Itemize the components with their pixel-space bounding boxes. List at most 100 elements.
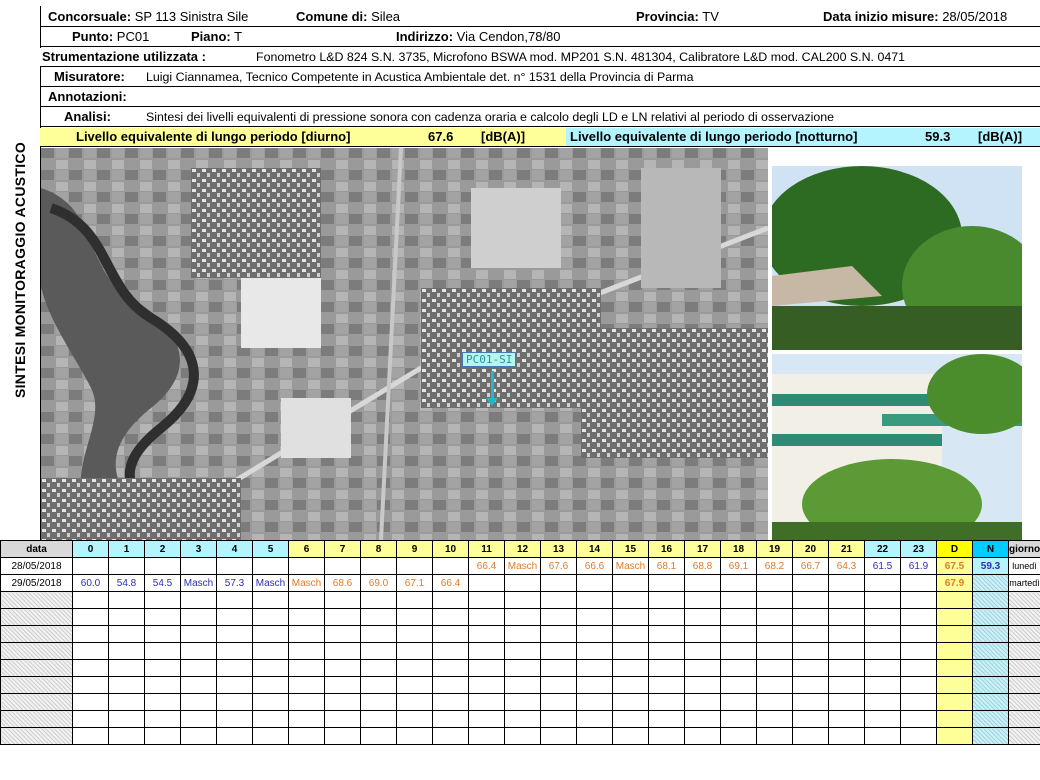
empty-hour-cell	[108, 608, 145, 626]
hour-cell: 66.6	[576, 557, 613, 575]
empty-hour-cell	[720, 659, 757, 677]
empty-hour-cell	[288, 676, 325, 694]
hour-cell	[864, 574, 901, 592]
piano-value: T	[234, 29, 243, 44]
empty-hour-cell	[396, 642, 433, 660]
hour-cell: Masch	[612, 557, 649, 575]
empty-hour-cell	[216, 676, 253, 694]
hour-cell: Masch	[504, 557, 541, 575]
empty-hour-cell	[216, 693, 253, 711]
empty-hour-cell	[324, 608, 361, 626]
empty-hour-cell	[828, 608, 865, 626]
empty-hour-cell	[864, 693, 901, 711]
empty-hour-cell	[900, 710, 937, 728]
empty-hour-cell	[144, 642, 181, 660]
empty-weekday-cell	[1008, 591, 1040, 609]
empty-night-level-cell	[972, 693, 1009, 711]
empty-hour-cell	[360, 710, 397, 728]
empty-hour-cell	[180, 710, 217, 728]
header-hour-15: 15	[612, 540, 649, 558]
empty-hour-cell	[576, 642, 613, 660]
empty-hour-cell	[864, 676, 901, 694]
hour-cell: 68.1	[648, 557, 685, 575]
empty-hour-cell	[648, 676, 685, 694]
provincia-value: TV	[702, 9, 719, 24]
levels-row: Livello equivalente di lungo periodo [di…	[40, 128, 1040, 147]
empty-day-level-cell	[936, 659, 973, 677]
empty-hour-cell	[288, 625, 325, 643]
header-row-5: Annotazioni:	[40, 88, 1040, 107]
empty-hour-cell	[72, 727, 109, 745]
empty-hour-cell	[180, 676, 217, 694]
empty-weekday-cell	[1008, 693, 1040, 711]
empty-date-cell	[0, 727, 73, 745]
empty-day-level-cell	[936, 625, 973, 643]
comune-value: Silea	[371, 9, 401, 24]
weekday-cell: martedì	[1008, 574, 1040, 592]
header-date: data	[0, 540, 73, 558]
hour-cell: Masch	[288, 574, 325, 592]
empty-hour-cell	[756, 591, 793, 609]
empty-hour-cell	[324, 659, 361, 677]
empty-hour-cell	[648, 727, 685, 745]
empty-hour-cell	[720, 727, 757, 745]
empty-hour-cell	[756, 727, 793, 745]
empty-day-level-cell	[936, 727, 973, 745]
empty-hour-cell	[684, 676, 721, 694]
empty-table-row	[0, 642, 1040, 660]
empty-hour-cell	[684, 608, 721, 626]
empty-hour-cell	[396, 727, 433, 745]
hour-cell: 69.0	[360, 574, 397, 592]
empty-hour-cell	[252, 727, 289, 745]
hour-cell: 61.5	[864, 557, 901, 575]
empty-weekday-cell	[1008, 676, 1040, 694]
empty-hour-cell	[612, 642, 649, 660]
empty-weekday-cell	[1008, 727, 1040, 745]
empty-hour-cell	[396, 659, 433, 677]
empty-hour-cell	[504, 693, 541, 711]
empty-hour-cell	[900, 591, 937, 609]
empty-hour-cell	[252, 608, 289, 626]
empty-hour-cell	[576, 693, 613, 711]
hour-cell	[792, 574, 829, 592]
hour-cell	[504, 574, 541, 592]
empty-hour-cell	[864, 625, 901, 643]
empty-hour-cell	[792, 727, 829, 745]
empty-day-level-cell	[936, 608, 973, 626]
empty-hour-cell	[864, 710, 901, 728]
empty-hour-cell	[72, 676, 109, 694]
empty-hour-cell	[648, 625, 685, 643]
empty-hour-cell	[432, 710, 469, 728]
analisi-value: Sintesi dei livelli equivalenti di press…	[146, 110, 835, 124]
side-title-panel: SINTESI MONITORAGGIO ACUSTICO	[0, 0, 40, 540]
empty-hour-cell	[72, 591, 109, 609]
empty-night-level-cell	[972, 642, 1009, 660]
hour-cell	[828, 574, 865, 592]
empty-hour-cell	[288, 591, 325, 609]
day-level-cell: 67.5	[936, 557, 973, 575]
hour-cell: 68.6	[324, 574, 361, 592]
header-hour-5: 5	[252, 540, 289, 558]
hour-cell: 61.9	[900, 557, 937, 575]
hour-cell: 66.4	[432, 574, 469, 592]
empty-hour-cell	[396, 710, 433, 728]
piano-label: Piano:	[191, 29, 231, 44]
empty-hour-cell	[108, 676, 145, 694]
table-row: 28/05/2018 66.4 Masch 67.6 66.6 Masch 68.1 68.8…	[0, 557, 1040, 575]
empty-weekday-cell	[1008, 625, 1040, 643]
empty-hour-cell	[828, 676, 865, 694]
indirizzo-value: Via Cendon,78/80	[456, 29, 561, 44]
empty-hour-cell	[288, 710, 325, 728]
empty-hour-cell	[540, 659, 577, 677]
empty-hour-cell	[756, 625, 793, 643]
empty-hour-cell	[432, 693, 469, 711]
site-photo-2	[772, 354, 1022, 540]
header-hour-19: 19	[756, 540, 793, 558]
empty-hour-cell	[720, 608, 757, 626]
empty-hour-cell	[216, 710, 253, 728]
empty-hour-cell	[108, 591, 145, 609]
empty-hour-cell	[252, 693, 289, 711]
empty-hour-cell	[684, 710, 721, 728]
empty-hour-cell	[288, 608, 325, 626]
header-row-4: Misuratore: Luigi Ciannamea, Tecnico Com…	[40, 68, 1040, 87]
